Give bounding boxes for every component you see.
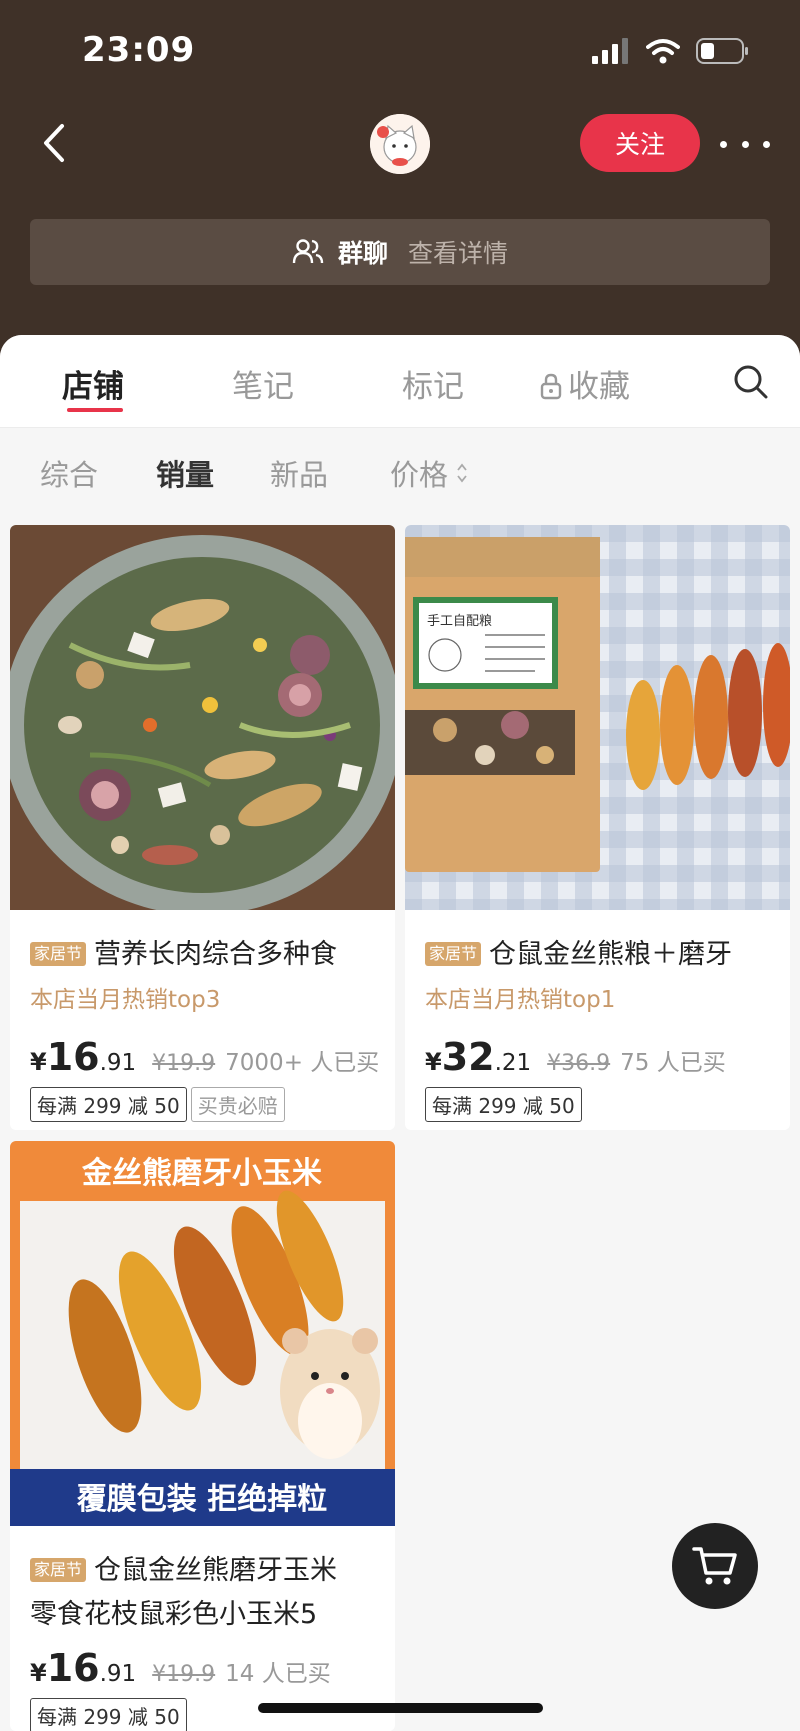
more-button[interactable] (720, 124, 770, 164)
tab-favorites-label: 收藏 (568, 369, 630, 405)
price-integer: 32 (441, 1035, 495, 1079)
shop-avatar[interactable] (370, 114, 430, 174)
coupon-list: 每满 299 减 50 买贵必赔 (30, 1087, 285, 1122)
price-decimal: .21 (494, 1050, 532, 1076)
tab-bar: 店铺 笔记 标记 收藏 (0, 335, 800, 428)
status-icons (592, 38, 750, 64)
promo-tag: 家居节 (425, 942, 482, 966)
product-image (10, 525, 395, 910)
battery-icon (696, 38, 748, 64)
coupon-list: 每满 299 减 50 (30, 1698, 187, 1731)
back-icon (44, 124, 64, 162)
price-integer: 16 (46, 1646, 100, 1690)
product-title-text: 仓鼠金丝熊粮＋磨牙 (489, 939, 733, 970)
original-price: ¥19.9 (152, 1051, 216, 1076)
status-time: 23:09 (82, 30, 196, 70)
bag-label-text: 手工自配粮 (427, 614, 492, 629)
sort-arrows-icon (457, 463, 467, 483)
coupon-badge: 每满 299 减 50 (30, 1698, 187, 1731)
sort-price[interactable]: 价格 (390, 452, 468, 494)
shop-header: 23:09 关注 群聊 查看详情 (0, 0, 800, 380)
search-icon (734, 365, 768, 399)
sort-sales[interactable]: 销量 (156, 452, 214, 494)
cat-avatar-icon (370, 114, 430, 174)
group-chat-detail: 查看详情 (408, 239, 509, 268)
search-button[interactable] (732, 363, 770, 401)
tab-marks[interactable]: 标记 (402, 361, 464, 406)
sort-comprehensive[interactable]: 综合 (40, 452, 98, 494)
promo-tag: 家居节 (30, 942, 87, 966)
seed-mix-image (10, 525, 395, 910)
product-title: 家居节 营养长肉综合多种食 (30, 933, 385, 977)
price-decimal: .91 (99, 1661, 137, 1687)
lock-icon (540, 373, 562, 400)
original-price: ¥36.9 (547, 1051, 611, 1076)
coupon-badge: 每满 299 减 50 (425, 1087, 582, 1122)
coupon-badge: 每满 299 减 50 (30, 1087, 187, 1122)
group-icon (292, 239, 324, 264)
sold-count: 7000+ 人已买 (225, 1050, 380, 1076)
group-chat-title: 群聊 (337, 239, 388, 268)
banner-bottom-text: 覆膜包装 拒绝掉粒 (77, 1482, 327, 1517)
price-currency: ¥ (425, 1048, 442, 1076)
product-card[interactable]: 家居节 营养长肉综合多种食 本店当月热销top3 ¥ 16 .91 ¥19.9 7… (10, 525, 395, 1130)
cart-icon (692, 1547, 737, 1585)
tab-notes[interactable]: 笔记 (232, 361, 294, 406)
more-dot (741, 140, 749, 148)
product-subtitle: 本店当月热销top3 (30, 987, 221, 1013)
banner-top-text: 金丝熊磨牙小玉米 (81, 1156, 322, 1191)
product-card[interactable]: 金丝熊磨牙小玉米 覆膜包装 拒绝掉粒 家居节 仓鼠金丝熊磨牙玉米 零食花枝鼠彩色… (10, 1141, 395, 1731)
group-chat-bar[interactable]: 群聊 查看详情 (30, 219, 770, 285)
product-title-line1: 仓鼠金丝熊磨牙玉米 (94, 1555, 338, 1586)
tab-favorites[interactable]: 收藏 (540, 361, 630, 406)
product-title-line2: 零食花枝鼠彩色小玉米5 (30, 1599, 318, 1630)
sort-new[interactable]: 新品 (270, 452, 328, 494)
corn-banner-image: 金丝熊磨牙小玉米 覆膜包装 拒绝掉粒 (10, 1141, 395, 1526)
promo-tag: 家居节 (30, 1558, 87, 1582)
price-currency: ¥ (30, 1048, 47, 1076)
tab-shop[interactable]: 店铺 (62, 361, 124, 406)
food-bag-image: 手工自配粮 (405, 525, 790, 910)
more-dot (763, 140, 770, 148)
sort-price-label: 价格 (390, 458, 449, 492)
price-row: ¥ 16 .91 ¥19.9 7000+ 人已买 (30, 1035, 379, 1079)
guarantee-badge: 买贵必赔 (190, 1087, 285, 1122)
original-price: ¥19.9 (152, 1662, 216, 1687)
product-image: 金丝熊磨牙小玉米 覆膜包装 拒绝掉粒 (10, 1141, 395, 1526)
product-card[interactable]: 手工自配粮 家居节 仓鼠金丝熊粮＋磨牙 本店当月热销top1 ¥ 32 .21 … (405, 525, 790, 1130)
product-subtitle: 本店当月热销top1 (425, 987, 616, 1013)
signal-icon (592, 38, 628, 64)
product-image: 手工自配粮 (405, 525, 790, 910)
active-tab-indicator (67, 408, 123, 412)
product-title: 家居节 仓鼠金丝熊粮＋磨牙 (425, 933, 780, 977)
sold-count: 14 人已买 (225, 1661, 331, 1687)
price-row: ¥ 32 .21 ¥36.9 75 人已买 (425, 1035, 726, 1079)
home-indicator[interactable] (258, 1703, 543, 1713)
product-title-text: 营养长肉综合多种食 (94, 939, 338, 970)
wifi-icon (646, 39, 680, 64)
sold-count: 75 人已买 (620, 1050, 726, 1076)
cart-button[interactable] (672, 1523, 758, 1609)
price-decimal: .91 (99, 1050, 137, 1076)
price-integer: 16 (46, 1035, 100, 1079)
more-dot (720, 140, 727, 148)
price-currency: ¥ (30, 1659, 47, 1687)
back-button[interactable] (32, 118, 76, 168)
price-row: ¥ 16 .91 ¥19.9 14 人已买 (30, 1646, 331, 1690)
product-title: 家居节 仓鼠金丝熊磨牙玉米 零食花枝鼠彩色小玉米5 (30, 1549, 385, 1637)
coupon-list: 每满 299 减 50 (425, 1087, 582, 1122)
follow-button[interactable]: 关注 (580, 114, 700, 172)
